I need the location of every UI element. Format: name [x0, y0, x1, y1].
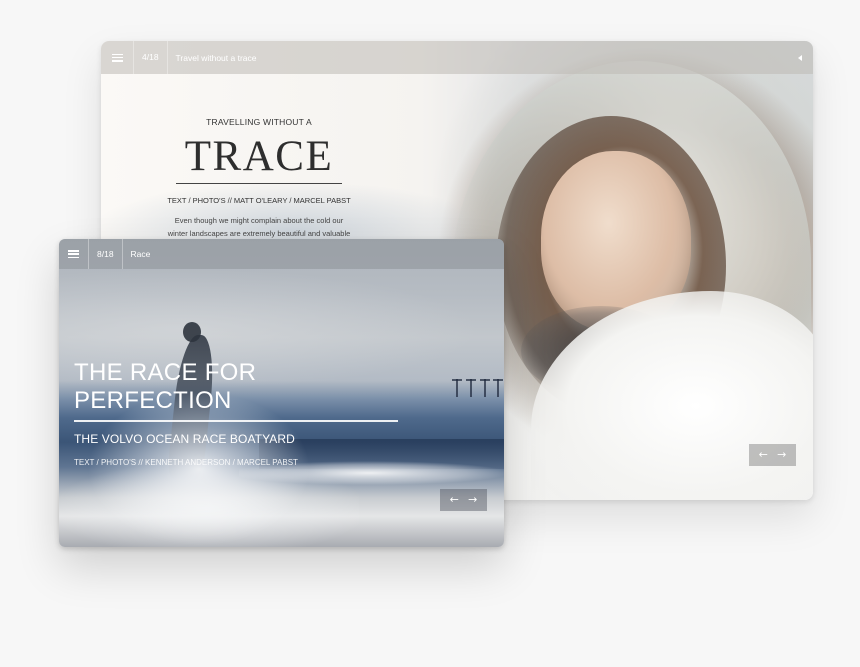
headline-divider	[176, 183, 342, 184]
back-window-top-bar: 4/18 Travel without a trace	[101, 41, 813, 74]
window-title: Travel without a trace	[175, 52, 257, 63]
menu-button[interactable]	[101, 41, 134, 74]
article-header: TRAVELLING WITHOUT A TRACE TEXT / PHOTO'…	[151, 117, 367, 240]
feature-subtitle: THE VOLVO OCEAN RACE BOATYARD	[74, 431, 295, 446]
article-kicker: TRAVELLING WITHOUT A	[206, 117, 312, 127]
front-window-page-nav: ← →	[440, 489, 487, 511]
arrow-left-icon[interactable]: ←	[759, 444, 768, 466]
triangle-left-icon	[798, 54, 802, 61]
headline-divider	[74, 420, 398, 422]
page-counter: 8/18	[89, 239, 123, 269]
hamburger-menu-icon	[111, 53, 123, 62]
menu-button[interactable]	[59, 239, 89, 269]
page-counter: 4/18	[134, 41, 168, 74]
article-body-line: Even though we might complain about the …	[174, 216, 344, 225]
article-headline: TRACE	[184, 133, 334, 180]
arrow-right-icon[interactable]: →	[777, 444, 786, 466]
front-window-top-bar: 8/18 Race	[59, 239, 504, 269]
feature-headline: THE RACE FOR PERFECTION	[74, 359, 257, 414]
runner-head-photo-region	[183, 322, 201, 342]
feature-credits: TEXT / PHOTO'S // KENNETH ANDERSON / MAR…	[74, 457, 298, 467]
cranes-photo-region	[452, 375, 503, 397]
arrow-left-icon[interactable]: ←	[450, 489, 459, 511]
front-window-race: 8/18 Race THE RACE FOR PERFECTION THE VO…	[59, 239, 504, 547]
arrow-right-icon[interactable]: →	[468, 489, 477, 511]
collapse-button[interactable]	[787, 41, 813, 74]
back-window-page-nav: ← →	[749, 444, 796, 466]
article-credits: TEXT / PHOTO'S // MATT O'LEARY / MARCEL …	[167, 196, 351, 205]
article-body: Even though we might complain about the …	[151, 214, 367, 240]
hamburger-menu-icon	[68, 250, 79, 259]
window-title: Race	[130, 249, 151, 259]
feature-header: THE RACE FOR PERFECTION THE VOLVO OCEAN …	[74, 359, 404, 467]
